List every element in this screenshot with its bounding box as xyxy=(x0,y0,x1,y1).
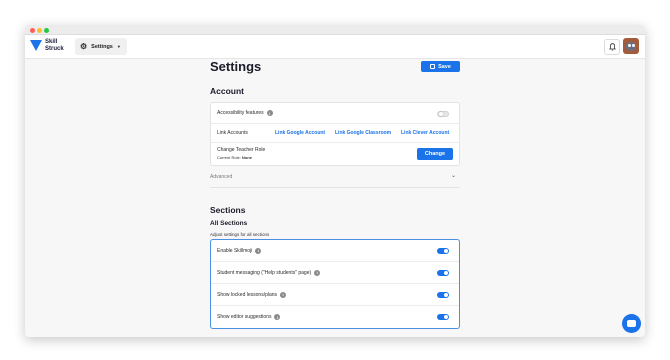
accessibility-label: Accessibility features xyxy=(217,110,264,116)
show-editor-suggestions-toggle[interactable] xyxy=(437,314,449,320)
section-setting-row: Enable Skillmoji i xyxy=(211,240,459,262)
page-title: Settings xyxy=(210,59,262,74)
minimize-window-button[interactable] xyxy=(37,27,42,33)
maximize-window-button[interactable] xyxy=(44,27,49,33)
current-role-prefix: Current Role: xyxy=(217,155,241,160)
chat-button[interactable] xyxy=(622,314,641,333)
sections-section-title: Sections xyxy=(210,205,246,215)
show-locked-lessons-toggle[interactable] xyxy=(437,292,449,298)
accessibility-toggle[interactable] xyxy=(437,111,449,117)
section-setting-label: Show locked lessons/plans xyxy=(217,291,278,298)
page-header: Settings Save xyxy=(210,59,460,84)
info-icon[interactable]: i xyxy=(314,269,321,276)
chevron-down-icon: ⌄ xyxy=(450,173,456,179)
save-button-label: Save xyxy=(438,63,451,70)
close-window-button[interactable] xyxy=(30,27,35,33)
all-sections-title: All Sections xyxy=(210,220,248,227)
avatar-eye-left xyxy=(628,44,631,47)
main-content: Settings Save Account Accessibility feat… xyxy=(210,59,460,329)
settings-menu-label: Settings xyxy=(91,43,113,50)
section-setting-label: Show editor suggestions xyxy=(217,314,272,320)
link-accounts-label: Link Accounts xyxy=(217,130,248,136)
save-button[interactable]: Save xyxy=(421,61,460,72)
gear-icon: ⚙ xyxy=(80,42,88,51)
sections-helper-text: Adjust settings for all sections xyxy=(210,232,270,237)
floppy-icon xyxy=(430,64,436,69)
advanced-label: Advanced xyxy=(210,173,233,180)
logo[interactable]: Skill Struck xyxy=(30,39,64,52)
link-google-account[interactable]: Link Google Account xyxy=(275,130,325,136)
link-clever-account[interactable]: Link Clever Account xyxy=(401,130,449,136)
account-section-title: Account xyxy=(210,86,244,96)
section-setting-label: Student messaging ("Help students" page) xyxy=(217,269,312,276)
sections-card: Enable Skillmoji i Student messaging ("H… xyxy=(210,239,460,329)
account-card: Accessibility features i Link Accounts L… xyxy=(210,102,460,166)
link-google-classroom[interactable]: Link Google Classroom xyxy=(335,130,391,136)
link-accounts-row: Link Accounts Link Google Account Link G… xyxy=(211,124,459,143)
settings-menu-button[interactable]: ⚙ Settings ▼ xyxy=(75,38,127,55)
avatar-eye-right xyxy=(632,44,635,47)
top-nav: Skill Struck ⚙ Settings ▼ xyxy=(25,35,645,59)
info-icon[interactable]: i xyxy=(280,291,287,298)
browser-window: Skill Struck ⚙ Settings ▼ Settings Save xyxy=(25,25,645,337)
chat-icon xyxy=(627,320,636,327)
section-setting-row: Student messaging ("Help students" page)… xyxy=(211,262,459,284)
caret-down-icon: ▼ xyxy=(116,44,121,49)
info-icon[interactable]: i xyxy=(274,314,281,320)
info-icon[interactable]: i xyxy=(266,110,273,116)
info-icon[interactable]: i xyxy=(255,247,262,254)
current-role-value: None xyxy=(241,155,252,160)
section-setting-label: Enable Skillmoji xyxy=(217,247,253,254)
logo-text: Skill Struck xyxy=(45,39,64,52)
section-setting-row: Show editor suggestions i xyxy=(211,306,459,328)
avatar[interactable] xyxy=(623,38,639,54)
change-role-button[interactable]: Change xyxy=(417,148,453,160)
logo-icon xyxy=(30,40,42,51)
student-messaging-toggle[interactable] xyxy=(437,270,449,276)
title-bar xyxy=(25,25,645,35)
teacher-role-row: Change Teacher Role Current Role: None C… xyxy=(211,143,459,165)
enable-skillmoji-toggle[interactable] xyxy=(437,248,449,254)
notifications-button[interactable] xyxy=(604,39,620,55)
bell-icon xyxy=(608,43,616,51)
advanced-toggle[interactable]: Advanced ⌄ xyxy=(210,166,460,188)
accessibility-row: Accessibility features i xyxy=(211,103,459,124)
section-setting-row: Show locked lessons/plans i xyxy=(211,284,459,306)
